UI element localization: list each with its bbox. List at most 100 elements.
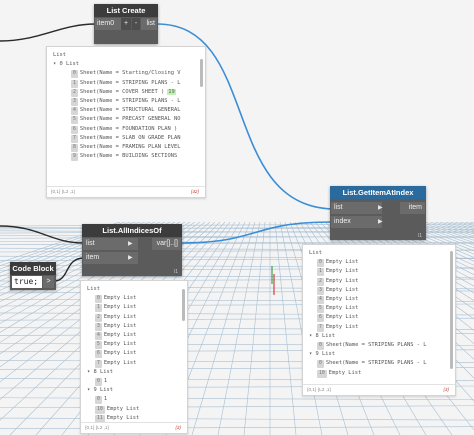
port-arrow-icon: ▶ xyxy=(128,240,133,247)
preview-footer: {0,1} {L2 ,1} {3} xyxy=(303,384,455,395)
preview-list-item: 0 Sheet(Name = Starting/Closing V xyxy=(71,69,181,79)
list-item-text: Empty List xyxy=(325,323,359,330)
list-index-badge: 1 xyxy=(71,79,78,88)
list-item-text: Sheet(Name = STRUCTURAL GENERAL xyxy=(79,107,181,114)
item-output-port[interactable]: item xyxy=(400,202,425,214)
all-indices-of-node[interactable]: List.AllIndicesOf list ▶ item ▶ var[]..[… xyxy=(82,224,182,276)
list-header-text[interactable]: ▾ 9 List xyxy=(87,387,113,393)
list-index-badge: 7 xyxy=(95,359,102,368)
list-item-text: Sheet(Name = FRAMING PLAN LEVEL xyxy=(79,144,181,150)
preview-list-item: 8 Sheet(Name = FRAMING PLAN LEVEL xyxy=(71,143,181,152)
list-header-text[interactable]: ▾ 0 List xyxy=(53,61,79,67)
list-item-text: Empty List xyxy=(103,295,137,302)
preview-list-item: 7 Sheet(Name = SLAB ON GRADE PLAN xyxy=(71,134,181,143)
preview-list-item: 1 Sheet(Name = STRIPING PLANS - L xyxy=(71,79,181,88)
node-title[interactable]: List.AllIndicesOf xyxy=(82,224,182,237)
list-item-text: Empty List xyxy=(325,277,359,284)
preview-list-item: 0 Sheet(Name = STRIPING PLANS - L xyxy=(317,341,427,350)
index-input-port[interactable]: index xyxy=(331,216,382,228)
list-index-badge: 2 xyxy=(317,277,324,286)
preview-list-item: 5 Empty List xyxy=(317,304,358,314)
list-header-text[interactable]: ▾ 8 List xyxy=(87,369,113,375)
node-title[interactable]: Code Block xyxy=(10,262,56,275)
preview-list-item: 2 Empty List xyxy=(317,277,359,286)
preview-list-item: 6 Empty List xyxy=(95,349,137,359)
preview-list-item: 5 Empty List xyxy=(95,340,136,350)
port-arrow-icon: ▶ xyxy=(128,254,133,261)
var-output-port[interactable]: var[]..[] xyxy=(152,238,181,250)
preview-list-item: 3 Sheet(Name = STRIPING PLANS - L xyxy=(71,97,181,106)
list-item-text: Sheet(Name = STRIPING PLANS - L xyxy=(325,342,427,348)
preview-list-item: 01 xyxy=(95,377,108,386)
lacing-indicator[interactable]: l1 xyxy=(174,269,178,275)
lacing-levels: {0,1} {L2 ,1} xyxy=(51,189,76,194)
preview-list-item: 11 Empty List xyxy=(95,414,140,423)
list-item-text: Sheet(Name = PRECAST GENERAL NO xyxy=(79,116,181,123)
list-index-badge: 5 xyxy=(317,305,324,314)
preview-scrollbar[interactable] xyxy=(182,289,185,321)
list-item-text: Empty List xyxy=(103,332,137,338)
list-item-text: Empty List xyxy=(103,350,137,357)
preview-list-item: 2 Empty List xyxy=(95,313,137,322)
list-index-badge: 6 xyxy=(95,350,102,359)
list-item-text: Sheet(Name = FOUNDATION PLAN ) xyxy=(79,125,178,132)
list-item-text: Empty List xyxy=(103,359,137,366)
node-title[interactable]: List.GetItemAtIndex xyxy=(330,186,426,199)
list-header-text[interactable]: List xyxy=(309,250,322,256)
item-count: {42} xyxy=(190,189,199,194)
all-indices-preview[interactable]: List 0 Empty List 1 Empty List 2 Empty List 3 Em… xyxy=(80,280,188,434)
list-header-text[interactable]: List xyxy=(53,52,66,58)
list-output-port[interactable]: list xyxy=(141,18,157,30)
get-item-preview[interactable]: List 0 Empty List 1 Empty List 2 Empty List 3 Em… xyxy=(302,244,456,396)
code-block-node[interactable]: Code Block true; > xyxy=(10,262,56,290)
list-header-text[interactable]: ▾ 9 List xyxy=(309,351,335,357)
list-item-text: 1 xyxy=(103,378,108,384)
preview-list-item: 01 xyxy=(95,395,107,405)
list-item-text: Empty List xyxy=(103,313,137,320)
preview-list-item: 5 Sheet(Name = PRECAST GENERAL NO xyxy=(71,115,181,125)
list-index-badge: 4 xyxy=(95,332,102,340)
list-index-badge: 0 xyxy=(95,295,102,304)
list-item-text: Sheet(Name = STRIPING PLANS - L xyxy=(79,79,181,86)
list-create-preview[interactable]: List ▾ 0 List 0 Sheet(Name = Starting/Clos… xyxy=(46,46,206,198)
remove-input-button[interactable]: - xyxy=(132,18,140,30)
add-input-button[interactable]: + xyxy=(121,18,131,30)
list-index-badge: 0 xyxy=(95,396,102,405)
list-index-badge: 10 xyxy=(317,369,327,378)
list-header-text[interactable]: List xyxy=(87,286,100,292)
preview-scrollbar[interactable] xyxy=(450,251,453,369)
item0-input-port[interactable]: item0 xyxy=(95,18,121,30)
code-output-port[interactable]: > xyxy=(43,276,54,288)
preview-scrollbar[interactable] xyxy=(200,59,203,87)
list-item-text: Sheet(Name = STRIPING PLANS - L xyxy=(325,360,427,367)
preview-list-item: List xyxy=(87,285,100,293)
list-item-text: Empty List xyxy=(325,268,359,275)
list-create-node[interactable]: List Create item0 + - list xyxy=(94,4,158,44)
list-index-badge: 6 xyxy=(71,125,78,134)
list-item-text: Empty List xyxy=(106,414,140,421)
lacing-levels: {0,1} {L2 ,1} xyxy=(307,387,332,392)
preview-list-item: 7 Empty List xyxy=(317,323,359,332)
preview-list-item: 1 Empty List xyxy=(95,303,137,313)
list-index-badge: 5 xyxy=(71,116,78,125)
list-index-badge: 0 xyxy=(317,342,324,350)
list-index-badge: 0 xyxy=(317,259,324,268)
preview-list-item: 6 Sheet(Name = FOUNDATION PLAN ) xyxy=(71,125,178,134)
port-arrow-icon: ▶ xyxy=(378,204,383,211)
get-item-at-index-node[interactable]: List.GetItemAtIndex list ▶ index ▶ item … xyxy=(330,186,426,240)
list-input-port[interactable]: list xyxy=(331,202,382,214)
preview-list-item: List xyxy=(309,249,322,257)
code-input[interactable]: true; xyxy=(12,276,42,288)
node-title[interactable]: List Create xyxy=(94,4,158,17)
wire-input-to-listcreate xyxy=(0,23,97,42)
list-header-text[interactable]: ▾ 8 List xyxy=(309,333,335,339)
list-item-text: Empty List xyxy=(103,304,137,311)
preview-list-item: ▾ 8 List xyxy=(87,368,113,376)
list-item-text: Empty List xyxy=(325,296,359,302)
preview-list-item: 10 Empty List xyxy=(317,369,361,378)
list-item-text: Empty List xyxy=(103,322,137,329)
list-index-badge: 2 xyxy=(71,88,78,97)
port-arrow-icon: ▶ xyxy=(378,218,383,225)
list-item-text: Empty List xyxy=(325,259,359,266)
lacing-indicator[interactable]: l1 xyxy=(418,233,422,239)
